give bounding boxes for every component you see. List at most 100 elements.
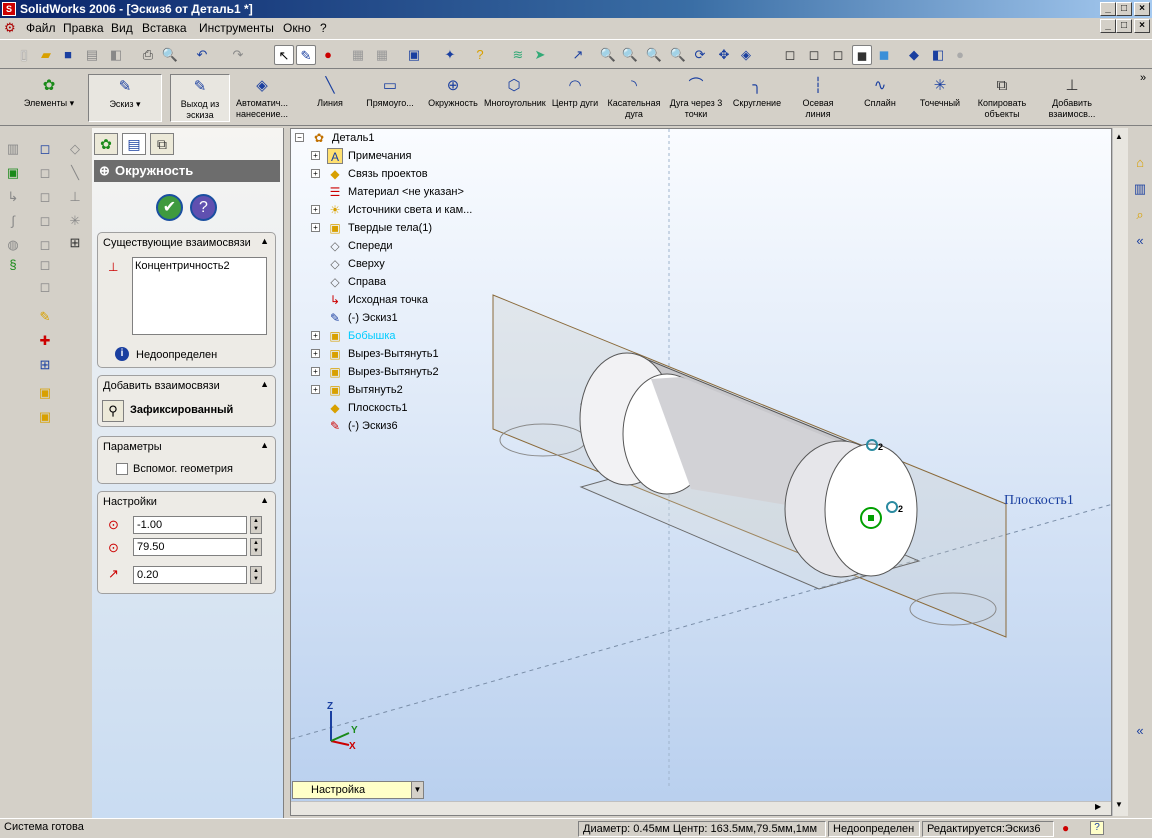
vertical-scrollbar[interactable]: ▲ ▼ [1112,128,1128,816]
sketch-tab[interactable]: ✎ Эскиз ▾ [88,74,162,122]
zoom-in-icon[interactable]: 🔍 [644,45,664,65]
help-status-icon[interactable]: ? [1090,821,1104,835]
auto-dimension-button[interactable]: ◈ Автоматич... нанесение... [232,74,292,122]
collapse-icon[interactable]: − [295,133,304,142]
library-icon[interactable]: ▥ [1131,180,1149,198]
cut-sweep-icon[interactable]: ◻ [36,212,54,230]
x-spinner[interactable]: ▲ ▼ [250,516,262,534]
spline-button[interactable]: ∿ Сплайн [850,74,910,122]
menu-edit[interactable]: Правка [63,21,104,35]
end-face[interactable] [824,443,918,577]
print-icon[interactable]: ⎙ [138,45,158,65]
filter-icon[interactable]: ✦ [440,45,460,65]
menu-window[interactable]: Окно [283,21,311,35]
parameters-header[interactable]: Параметры [103,441,162,453]
grid-icon[interactable]: ▦ [348,45,368,65]
shaded-icon[interactable]: ◼ [874,45,894,65]
publish-icon[interactable]: ◧ [106,45,126,65]
preview-icon[interactable]: 🔍 [160,45,180,65]
expand-icon[interactable]: + [311,349,320,358]
pan-icon[interactable]: ↗ [568,45,588,65]
point-ref-icon[interactable]: ✳ [66,212,84,230]
print-preview-icon[interactable]: ▤ [82,45,102,65]
polygon-button[interactable]: ⬡ Многоугольник [484,74,546,122]
section-icon[interactable]: ◧ [928,45,948,65]
revolve-icon[interactable]: ▣ [4,164,22,182]
feature-tree-tab[interactable]: ✿ [94,133,118,155]
construction-checkbox[interactable] [116,463,128,475]
copy-entities-button[interactable]: ⧉ Копировать объекты [972,74,1032,122]
hidden-lines-icon[interactable]: ◻ [804,45,824,65]
more-chevron-icon[interactable]: » [1140,72,1146,84]
tangent-arc-button[interactable]: ◝ Касательная дуга [604,74,664,122]
menu-help[interactable]: ? [320,21,327,35]
center-arc-button[interactable]: ◠ Центр дуги [548,74,602,122]
property-tab[interactable]: ▤ [122,133,146,155]
rebuild-icon[interactable]: ● [318,45,338,65]
menu-file[interactable]: Файл [26,21,56,35]
fix-icon[interactable]: ⚲ [102,400,124,422]
expand-icon[interactable]: + [311,367,320,376]
menu-view[interactable]: Вид [111,21,133,35]
layer2-icon[interactable]: ▣ [36,408,54,426]
expand-pane-icon[interactable]: « [1131,232,1149,250]
collapse-icon[interactable]: ▲ [260,379,269,389]
expand-icon[interactable]: + [311,169,320,178]
doc-restore-button[interactable]: □ [1116,19,1132,33]
close-button[interactable]: × [1134,2,1150,16]
layer-icon[interactable]: ▣ [36,384,54,402]
smart-dimension-icon[interactable]: ✚ [36,332,54,350]
shell-icon[interactable]: ◍ [4,236,22,254]
insert-icon[interactable]: ⊞ [36,356,54,374]
undo-icon[interactable]: ↶ [192,45,212,65]
expand-icon[interactable]: + [311,151,320,160]
zoom-selection-icon[interactable]: 🔍 [668,45,688,65]
sweep-icon[interactable]: ↳ [4,188,22,206]
redo-icon[interactable]: ↷ [228,45,248,65]
view-orientation-icon[interactable]: ◈ [736,45,756,65]
help-button[interactable]: ? [190,194,217,221]
circle-button[interactable]: ⊕ Окружность [422,74,484,122]
collapse-icon[interactable]: ▲ [260,236,269,246]
expand-icon[interactable]: + [311,331,320,340]
axis-icon[interactable]: ╲ [66,164,84,182]
menu-tools[interactable]: Инструменты [199,21,274,35]
cut-loft-icon[interactable]: ◻ [36,236,54,254]
cut-extrude-icon[interactable]: ◻ [36,164,54,182]
home-icon[interactable]: ⌂ [1131,154,1149,172]
chevron-down-icon[interactable]: ▼ [411,782,423,798]
line-button[interactable]: ╲ Линия [302,74,358,122]
list-item[interactable]: Концентричность2 [135,260,230,272]
add-relation-button[interactable]: ⊥ Добавить взаимосв... [1040,74,1104,122]
scroll-right-icon[interactable]: ▶ [1095,802,1101,811]
scroll-up-icon[interactable]: ▲ [1115,132,1123,141]
new-icon[interactable]: ▯ [14,45,34,65]
display-icon[interactable]: ▣ [404,45,424,65]
block-icon[interactable]: ◻ [36,140,54,158]
exit-sketch-button[interactable]: ✎ Выход из эскиза [170,74,230,122]
centerline-button[interactable]: ┆ Осевая линия [794,74,842,122]
expand-icon[interactable]: + [311,385,320,394]
maximize-button[interactable]: □ [1116,2,1132,16]
horizontal-scrollbar[interactable]: ▶ [291,801,1111,815]
zoom-fit-icon[interactable]: 🔍 [598,45,618,65]
cut-thicken-icon[interactable]: ◻ [36,256,54,274]
expand-icon[interactable]: + [311,205,320,214]
fix-relation-button[interactable]: Зафиксированный [130,404,233,416]
features-tab[interactable]: ✿ Элементы ▾ [12,74,86,122]
settings-header[interactable]: Настройки [103,496,157,508]
radius-spinner[interactable]: ▲ ▼ [250,566,262,584]
open-icon[interactable]: ▰ [36,45,56,65]
rectangle-button[interactable]: ▭ Прямоуго... [362,74,418,122]
graphics-area[interactable]: Z X Y Плоскость1 2 2 − ✿ Деталь1 + A Приме… [290,128,1113,816]
point-button[interactable]: ✳ Точечный [912,74,968,122]
select-icon[interactable]: ↖ [274,45,294,65]
helix-icon[interactable]: § [4,256,22,274]
shaded-edges-icon[interactable]: ◼ [852,45,872,65]
config-tab[interactable]: ⧉ [150,133,174,155]
rotate-icon[interactable]: ⟳ [690,45,710,65]
ok-button[interactable]: ✔ [156,194,183,221]
macro2-icon[interactable]: ➤ [530,45,550,65]
radius-field[interactable]: 0.20 [133,566,247,584]
center-x-field[interactable]: -1.00 [133,516,247,534]
